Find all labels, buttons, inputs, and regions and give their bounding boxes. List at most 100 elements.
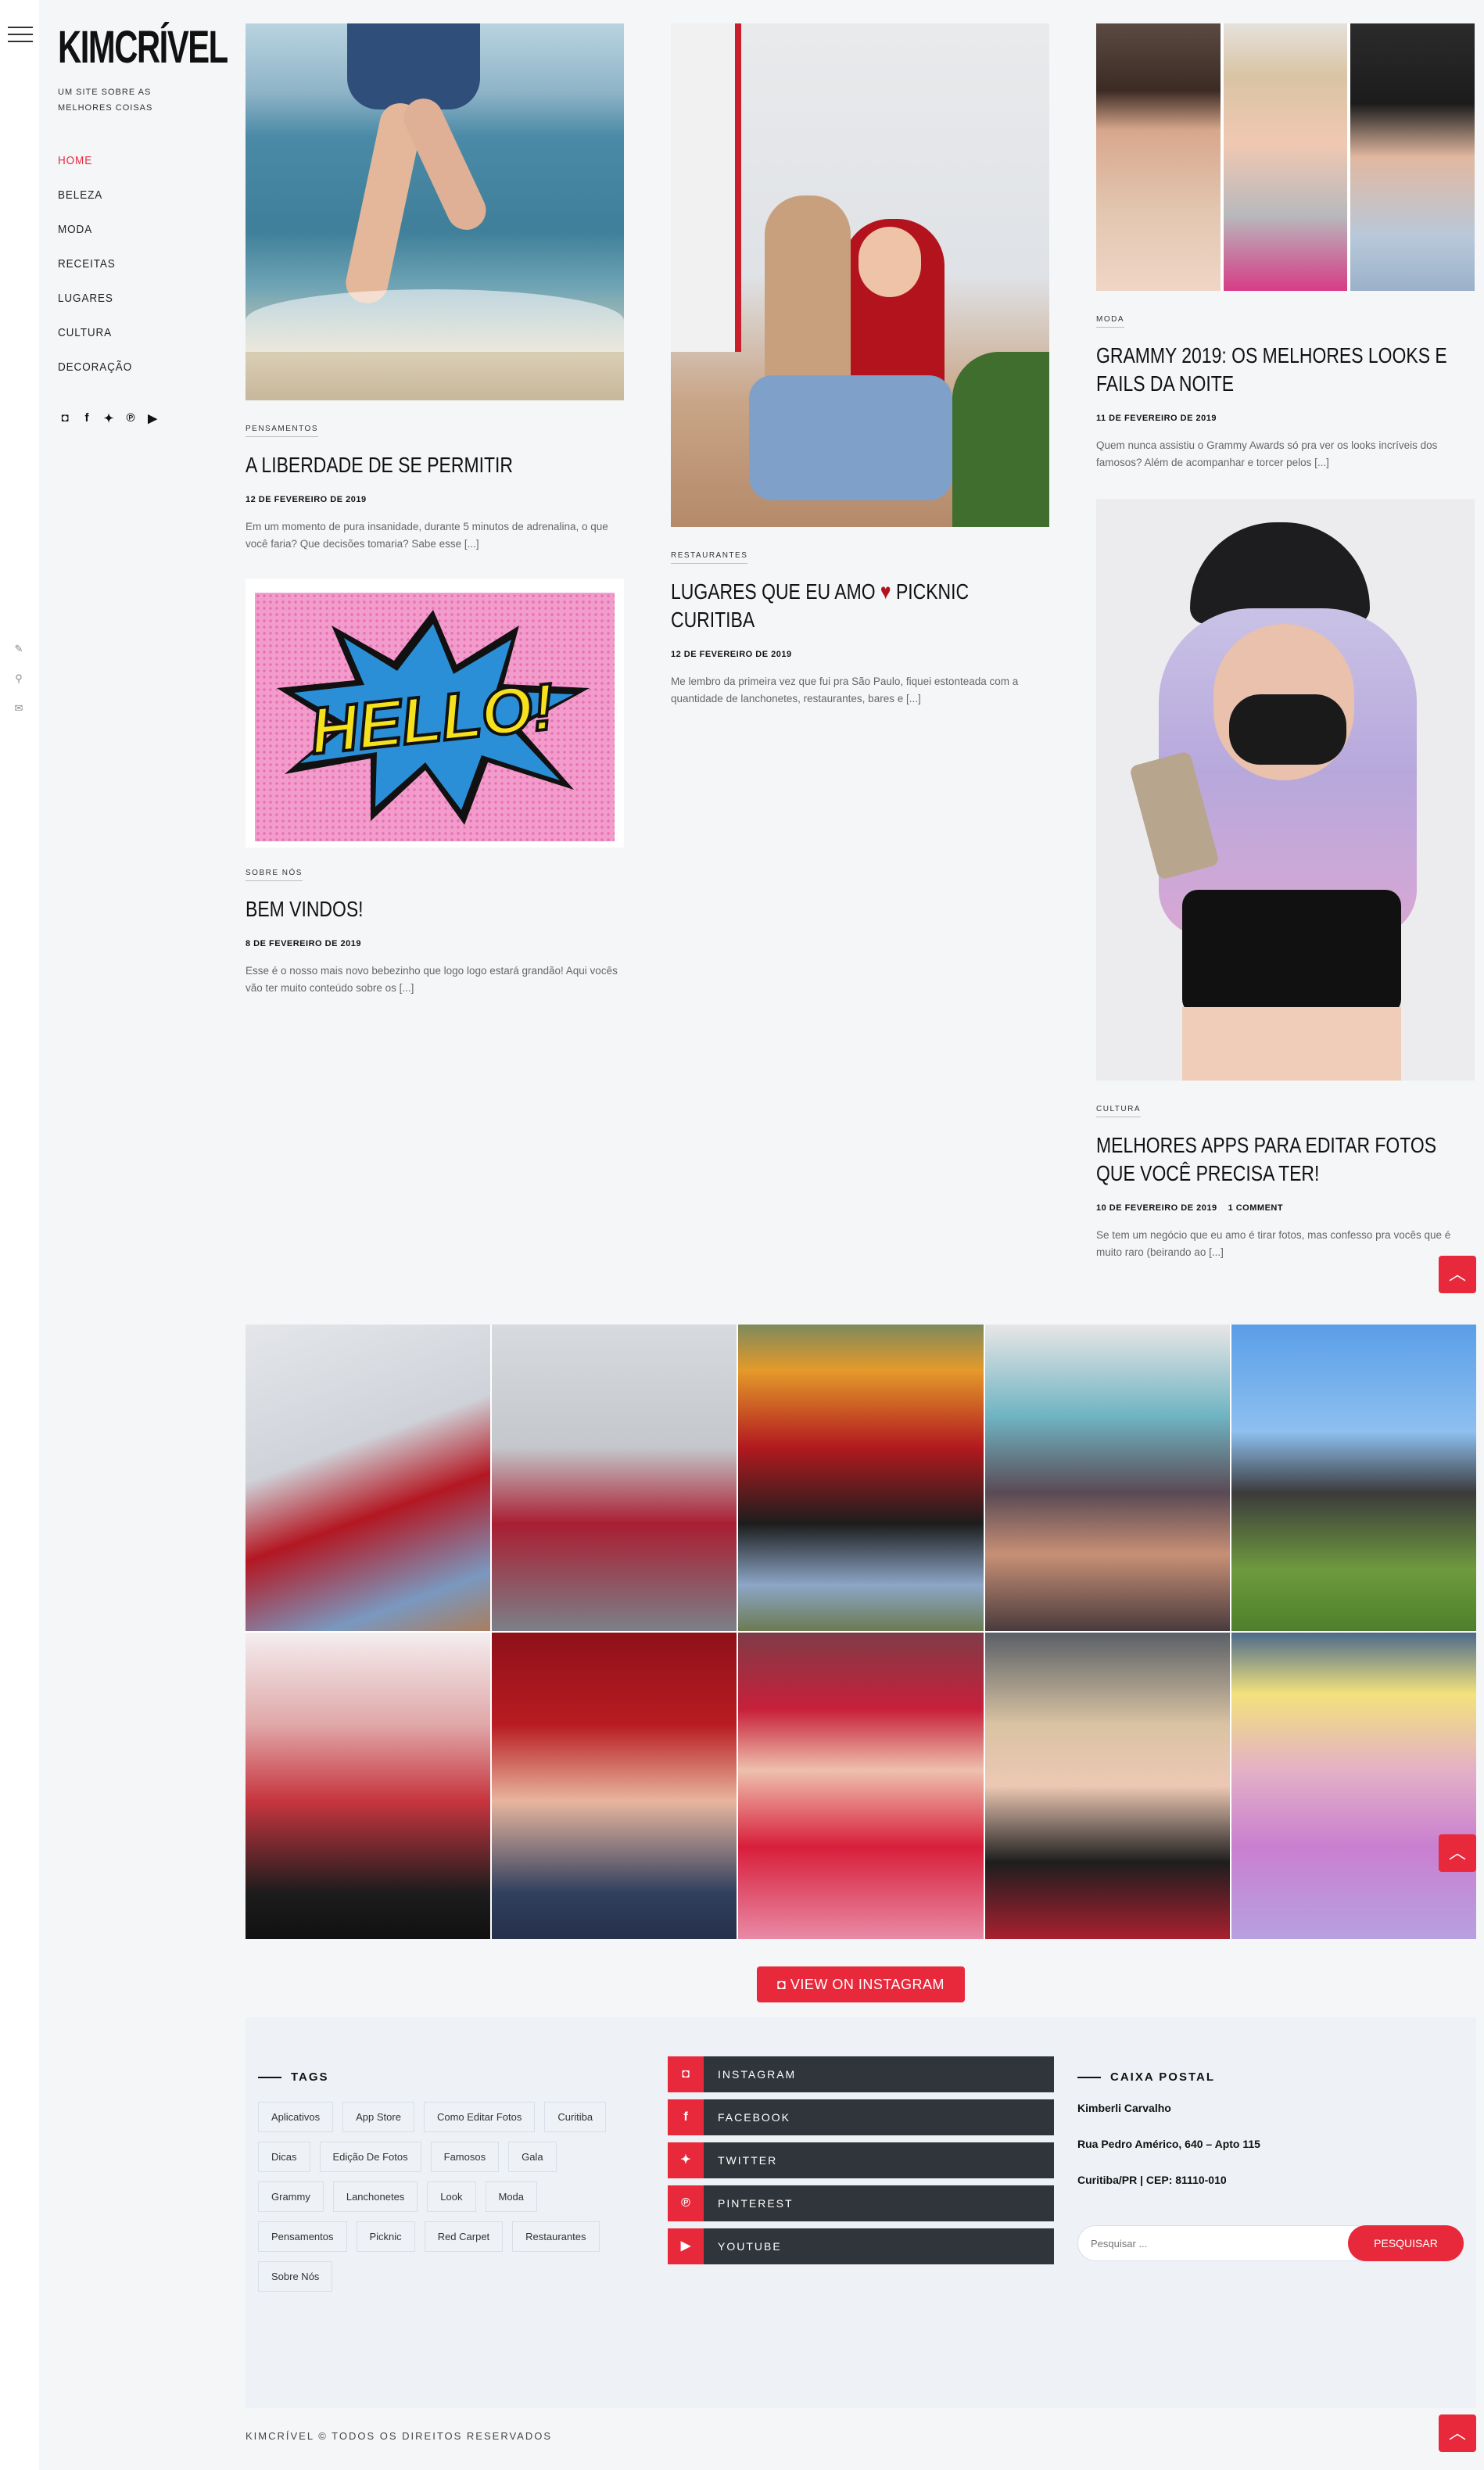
tag-icon[interactable]: ✎	[13, 643, 25, 655]
nav-item-receitas[interactable]: RECEITAS	[58, 247, 132, 281]
post-card: MODA GRAMMY 2019: OS MELHORES LOOKS E FA…	[1096, 23, 1475, 471]
back-to-top-button[interactable]: ︿	[1439, 1256, 1476, 1293]
footer-social-facebook[interactable]: f FACEBOOK	[668, 2099, 1054, 2135]
post-meta: 11 DE FEVEREIRO DE 2019	[1096, 414, 1475, 423]
nav-item-beleza[interactable]: BELEZA	[58, 178, 132, 213]
footer-social-instagram[interactable]: ◘ INSTAGRAM	[668, 2056, 1054, 2092]
tag-link[interactable]: Lanchonetes	[332, 2181, 418, 2212]
tag-link[interactable]: Como Editar Fotos	[423, 2102, 536, 2132]
wall-shape	[671, 23, 741, 352]
tag-link[interactable]: Red Carpet	[424, 2221, 504, 2252]
instagram-photo[interactable]	[492, 1325, 737, 1631]
social-label: PINTEREST	[718, 2197, 794, 2210]
tag-link[interactable]: Gala	[508, 2142, 557, 2172]
post-card: HELLO! SOBRE NÓS BEM VINDOS! 8 DE FEVERE…	[246, 579, 624, 997]
instagram-photo[interactable]	[246, 1633, 491, 1939]
post-meta: 8 DE FEVEREIRO DE 2019	[246, 939, 624, 948]
tag-link[interactable]: Sobre Nós	[258, 2261, 333, 2292]
post-date[interactable]: 11 DE FEVEREIRO DE 2019	[1096, 414, 1217, 423]
footer: TAGS Aplicativos App Store Como Editar F…	[246, 2017, 1476, 2408]
wave-shape	[246, 289, 624, 352]
tag-cloud: Aplicativos App Store Como Editar Fotos …	[258, 2102, 626, 2292]
hello-burst: HELLO!	[277, 610, 590, 825]
post-comments[interactable]: 1 COMMENT	[1228, 1203, 1284, 1213]
instagram-photo[interactable]	[1231, 1325, 1476, 1631]
post-card: RESTAURANTES LUGARES QUE EU AMO ♥ PICKNI…	[671, 23, 1049, 708]
tag-link[interactable]: Grammy	[258, 2181, 324, 2212]
tag-link[interactable]: App Store	[342, 2102, 414, 2132]
post-date[interactable]: 12 DE FEVEREIRO DE 2019	[671, 650, 792, 659]
top-shape	[1182, 890, 1401, 1015]
instagram-photo[interactable]	[1231, 1633, 1476, 1939]
instagram-photo[interactable]	[738, 1633, 984, 1939]
tag-link[interactable]: Restaurantes	[512, 2221, 600, 2252]
tag-link[interactable]: Aplicativos	[258, 2102, 334, 2132]
search-icon[interactable]: ⚲	[13, 672, 25, 685]
post-category[interactable]: PENSAMENTOS	[246, 425, 318, 437]
post-category[interactable]: MODA	[1096, 315, 1124, 328]
post-excerpt: Quem nunca assistiu o Grammy Awards só p…	[1096, 439, 1438, 468]
shorts-shape	[347, 23, 480, 109]
post-image[interactable]	[1096, 23, 1475, 291]
youtube-icon[interactable]: ▶	[145, 411, 160, 425]
post-title[interactable]: A LIBERDADE DE SE PERMITIR	[246, 451, 624, 479]
post-title[interactable]: GRAMMY 2019: OS MELHORES LOOKS E FAILS D…	[1096, 342, 1475, 398]
instagram-icon[interactable]: ◘	[58, 411, 72, 425]
chevron-up-icon: ︿	[1448, 1843, 1466, 1862]
view-on-instagram-button[interactable]: ◘ VIEW ON INSTAGRAM	[757, 1966, 965, 2002]
site-logo[interactable]: KIMCRÍVEL	[58, 25, 228, 70]
post-image[interactable]: HELLO!	[246, 579, 624, 848]
search-input[interactable]	[1077, 2225, 1359, 2261]
footer-social-pinterest[interactable]: ℗ PINTEREST	[668, 2185, 1054, 2221]
footer-social-twitter[interactable]: ✦ TWITTER	[668, 2142, 1054, 2178]
nav-item-decoracao[interactable]: DECORAÇÃO	[58, 350, 132, 385]
nav-item-home[interactable]: HOME	[58, 144, 132, 178]
instagram-photo[interactable]	[246, 1325, 491, 1631]
tag-link[interactable]: Pensamentos	[258, 2221, 347, 2252]
post-title[interactable]: MELHORES APPS PARA EDITAR FOTOS QUE VOCÊ…	[1096, 1131, 1475, 1188]
post-date[interactable]: 10 DE FEVEREIRO DE 2019	[1096, 1203, 1217, 1213]
tag-link[interactable]: Look	[427, 2181, 476, 2212]
nav-item-cultura[interactable]: CULTURA	[58, 316, 132, 350]
nav-item-lugares[interactable]: LUGARES	[58, 281, 132, 316]
menu-hamburger-icon[interactable]	[8, 27, 33, 44]
tag-link[interactable]: Dicas	[258, 2142, 310, 2172]
tag-link[interactable]: Moda	[485, 2181, 538, 2212]
search-button[interactable]: PESQUISAR	[1348, 2225, 1464, 2261]
instagram-photo[interactable]	[984, 1325, 1230, 1631]
pinterest-icon[interactable]: ℗	[124, 411, 138, 425]
instagram-photo[interactable]	[738, 1325, 984, 1631]
instagram-photo[interactable]	[492, 1633, 737, 1939]
tag-link[interactable]: Curitiba	[544, 2102, 607, 2132]
post-image[interactable]	[246, 23, 624, 400]
back-to-top-button[interactable]: ︿	[1439, 2414, 1476, 2452]
post-title[interactable]: BEM VINDOS!	[246, 895, 624, 923]
site-tagline: UM SITE SOBRE AS MELHORES COISAS	[58, 88, 153, 113]
heart-icon: ♥	[880, 579, 891, 604]
instagram-photo[interactable]	[984, 1633, 1230, 1939]
footer-social-youtube[interactable]: ▶ YOUTUBE	[668, 2228, 1054, 2264]
skin-shape	[1182, 1007, 1401, 1081]
post-title[interactable]: LUGARES QUE EU AMO ♥ PICKNIC CURITIBA	[671, 578, 1049, 634]
twitter-icon[interactable]: ✦	[102, 411, 116, 425]
nav-item-moda[interactable]: MODA	[58, 213, 132, 247]
back-to-top-button[interactable]: ︿	[1439, 1834, 1476, 1872]
mail-icon[interactable]: ✉	[13, 702, 25, 715]
post-date[interactable]: 12 DE FEVEREIRO DE 2019	[246, 495, 367, 504]
photo-panel	[1096, 23, 1221, 291]
post-meta: 10 DE FEVEREIRO DE 2019 1 COMMENT	[1096, 1203, 1475, 1213]
copyright: KIMCRÍVEL © TODOS OS DIREITOS RESERVADOS	[246, 2430, 553, 2442]
post-date[interactable]: 8 DE FEVEREIRO DE 2019	[246, 939, 361, 948]
post-image[interactable]	[1096, 499, 1475, 1081]
pinterest-icon: ℗	[668, 2185, 704, 2221]
post-category[interactable]: RESTAURANTES	[671, 551, 748, 564]
tag-link[interactable]: Famosos	[430, 2142, 500, 2172]
tag-link[interactable]: Edição De Fotos	[319, 2142, 421, 2172]
post-category[interactable]: SOBRE NÓS	[246, 869, 303, 881]
post-category[interactable]: CULTURA	[1096, 1105, 1141, 1117]
post-image[interactable]	[671, 23, 1049, 527]
chevron-up-icon: ︿	[1448, 2423, 1466, 2443]
facebook-icon: f	[668, 2099, 704, 2135]
tag-link[interactable]: Picknic	[356, 2221, 415, 2252]
facebook-icon[interactable]: f	[80, 411, 94, 425]
